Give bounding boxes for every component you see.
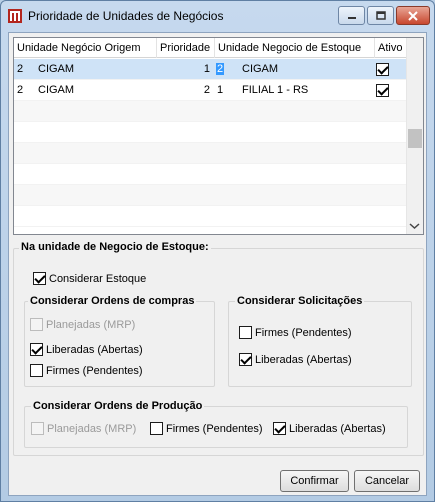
- producao-planejadas-checkbox: [31, 422, 44, 435]
- origem-codigo-cell: 2: [17, 84, 24, 96]
- maximize-button[interactable]: [367, 6, 394, 25]
- ordens-producao-label: Considerar Ordens de Produção: [31, 400, 205, 412]
- solicitacoes-firmes-label: Firmes (Pendentes): [255, 326, 352, 339]
- empty-row: [14, 164, 408, 185]
- dialog-window: Prioridade de Unidades de Negócios Unida…: [0, 0, 435, 502]
- empty-row: [14, 101, 408, 122]
- compras-firmes-label: Firmes (Pendentes): [46, 364, 143, 377]
- solicitacoes-firmes-checkbox[interactable]: [239, 326, 252, 339]
- scroll-down-arrow-icon[interactable]: [409, 222, 420, 230]
- estoque-nome-cell: FILIAL 1 - RS: [242, 84, 309, 96]
- close-button[interactable]: [396, 6, 430, 25]
- cancel-button[interactable]: Cancelar: [354, 470, 420, 492]
- solicitacoes-firmes-option[interactable]: Firmes (Pendentes): [239, 326, 352, 339]
- compras-planejadas-label: Planejadas (MRP): [46, 318, 136, 331]
- solicitacoes-label: Considerar Solicitações: [235, 295, 365, 307]
- ativo-checkbox[interactable]: [376, 62, 389, 76]
- estoque-codigo-edit-text[interactable]: 2: [216, 63, 225, 75]
- app-logo-icon: [8, 9, 22, 23]
- ativo-cell: [376, 59, 389, 80]
- column-header-ativo[interactable]: Ativo: [375, 38, 408, 58]
- grid-header: Unidade Negócio Origem Prioridade Unidad…: [14, 38, 408, 58]
- confirm-button[interactable]: Confirmar: [280, 470, 349, 492]
- considerar-estoque-label: Considerar Estoque: [49, 272, 147, 285]
- producao-liberadas-checkbox[interactable]: [273, 422, 286, 435]
- estoque-codigo-cell: 1: [217, 84, 224, 96]
- producao-liberadas-option[interactable]: Liberadas (Abertas): [273, 422, 386, 435]
- estoque-nome-cell: CIGAM: [242, 63, 279, 75]
- column-header-estoque[interactable]: Unidade Negocio de Estoque: [215, 38, 375, 58]
- compras-liberadas-option[interactable]: Liberadas (Abertas): [30, 343, 143, 356]
- empty-row: [14, 122, 408, 143]
- priority-grid[interactable]: Unidade Negócio Origem Prioridade Unidad…: [13, 37, 424, 235]
- solicitacoes-liberadas-checkbox[interactable]: [239, 353, 252, 366]
- grid-vertical-scrollbar[interactable]: [406, 38, 423, 234]
- table-row[interactable]: 2 CIGAM 1 2 CIGAM: [14, 59, 408, 80]
- maximize-icon: [375, 11, 386, 20]
- close-icon: [408, 10, 418, 21]
- producao-firmes-checkbox[interactable]: [150, 422, 163, 435]
- compras-liberadas-label: Liberadas (Abertas): [46, 343, 143, 356]
- producao-planejadas-label: Planejadas (MRP): [47, 422, 137, 435]
- solicitacoes-liberadas-option[interactable]: Liberadas (Abertas): [239, 353, 352, 366]
- table-row[interactable]: 2 CIGAM 2 1 FILIAL 1 - RS: [14, 80, 408, 101]
- producao-firmes-label: Firmes (Pendentes): [166, 422, 263, 435]
- compras-firmes-option[interactable]: Firmes (Pendentes): [30, 364, 143, 377]
- prioridade-cell: 2: [203, 84, 210, 96]
- compras-firmes-checkbox[interactable]: [30, 364, 43, 377]
- prioridade-cell: 1: [203, 63, 210, 75]
- producao-liberadas-label: Liberadas (Abertas): [289, 422, 386, 435]
- scrollbar-thumb[interactable]: [408, 129, 422, 148]
- ativo-checkbox[interactable]: [376, 83, 389, 97]
- ativo-cell: [376, 80, 389, 101]
- producao-planejadas-option: Planejadas (MRP): [31, 422, 136, 435]
- empty-row: [14, 185, 408, 206]
- estoque-codigo-cell-editing[interactable]: 2: [216, 59, 225, 80]
- considerar-estoque-checkbox[interactable]: [33, 272, 46, 285]
- minimize-icon: [347, 16, 356, 19]
- window-title: Prioridade de Unidades de Negócios: [28, 9, 224, 23]
- solicitacoes-group: [228, 301, 412, 387]
- column-header-prioridade[interactable]: Prioridade: [157, 38, 215, 58]
- compras-planejadas-checkbox: [30, 318, 43, 331]
- solicitacoes-liberadas-label: Liberadas (Abertas): [255, 353, 352, 366]
- title-bar[interactable]: Prioridade de Unidades de Negócios: [1, 1, 434, 31]
- compras-planejadas-option: Planejadas (MRP): [30, 318, 135, 331]
- ordens-compras-label: Considerar Ordens de compras: [28, 295, 197, 307]
- origem-codigo-cell: 2: [17, 63, 24, 75]
- origem-nome-cell: CIGAM: [38, 84, 75, 96]
- minimize-button[interactable]: [338, 6, 365, 25]
- compras-liberadas-checkbox[interactable]: [30, 343, 43, 356]
- dialog-client-area: Unidade Negócio Origem Prioridade Unidad…: [8, 32, 427, 496]
- origem-nome-cell: CIGAM: [38, 63, 75, 75]
- empty-row: [14, 206, 408, 227]
- estoque-group-label: Na unidade de Negocio de Estoque:: [19, 241, 211, 253]
- considerar-estoque-option[interactable]: Considerar Estoque: [33, 272, 146, 285]
- producao-firmes-option[interactable]: Firmes (Pendentes): [150, 422, 263, 435]
- empty-row: [14, 143, 408, 164]
- column-header-origem[interactable]: Unidade Negócio Origem: [14, 38, 157, 58]
